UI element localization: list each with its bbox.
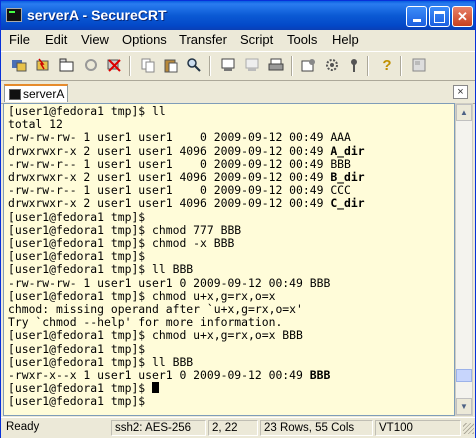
toolbar-separator xyxy=(129,56,131,76)
scroll-down-arrow-icon: ▼ xyxy=(460,402,468,411)
status-terminal-size: 23 Rows, 55 Cols xyxy=(260,420,373,436)
terminal-output[interactable]: [user1@fedora1 tmp]$ ll total 12 -rw-rw-rw… xyxy=(3,103,455,416)
global-options-icon[interactable] xyxy=(323,56,341,74)
status-cursor-position: 2, 22 xyxy=(208,420,258,436)
menu-bar: File Edit View Options Transfer Script T… xyxy=(1,30,475,50)
terminal-line-text: [user1@fedora1 tmp]$ chmod u+x,g=rx,o=x xyxy=(8,288,276,303)
toolbar-separator xyxy=(367,56,369,76)
maximize-icon xyxy=(434,10,445,23)
terminal-line-text: Try `chmod --help' for more information. xyxy=(8,315,283,330)
terminal-line-highlight: A_dir xyxy=(330,143,365,158)
minimize-button[interactable] xyxy=(406,6,427,27)
toolbar-separator xyxy=(209,56,211,76)
session-tab-label: serverA xyxy=(23,87,65,101)
scroll-up-arrow-icon: ▲ xyxy=(460,108,468,117)
terminal-line-text: [user1@fedora1 tmp]$ chmod 777 BBB xyxy=(8,222,242,237)
session-tab-strip: serverA xyxy=(1,82,475,104)
terminal-line-text: drwxrwxr-x 2 user1 user1 4096 2009-09-12… xyxy=(8,143,331,158)
status-cipher: ssh2: AES-256 xyxy=(111,420,206,436)
sftp-icon[interactable] xyxy=(410,56,428,74)
menu-tools[interactable]: Tools xyxy=(287,32,317,47)
quick-connect-icon[interactable] xyxy=(34,56,52,74)
connect-in-tab-icon[interactable] xyxy=(58,56,76,74)
help-icon[interactable]: ? xyxy=(378,56,396,74)
terminal-line-text: -rw-rw-rw- 1 user1 user1 0 2009-09-12 00… xyxy=(8,275,331,290)
print-screen-icon[interactable] xyxy=(219,56,237,74)
menu-file[interactable]: File xyxy=(9,32,30,47)
resize-grip[interactable] xyxy=(463,423,474,434)
reconnect-icon[interactable] xyxy=(82,56,100,74)
session-options-icon[interactable] xyxy=(300,56,318,74)
status-bar: Ready ssh2: AES-256 2, 22 23 Rows, 55 Co… xyxy=(1,417,475,438)
toolbar-separator xyxy=(400,56,402,76)
menu-options[interactable]: Options xyxy=(122,32,167,47)
close-icon: ✕ xyxy=(457,8,468,24)
print-selection-icon[interactable] xyxy=(243,56,261,74)
copy-icon[interactable] xyxy=(139,56,157,74)
maximize-button[interactable] xyxy=(429,6,450,27)
menu-script[interactable]: Script xyxy=(240,32,273,47)
terminal-line-highlight: C_dir xyxy=(330,196,365,211)
menu-edit[interactable]: Edit xyxy=(45,32,67,47)
terminal-line-text: [user1@fedora1 tmp]$ xyxy=(8,341,146,356)
terminal-line-text: total 12 xyxy=(8,117,63,132)
terminal-line-text: [user1@fedora1 tmp]$ ll xyxy=(8,104,166,118)
terminal-line-text: [user1@fedora1 tmp]$ xyxy=(8,381,146,396)
window-title: serverA - SecureCRT xyxy=(27,7,167,23)
keymap-icon[interactable] xyxy=(345,56,363,74)
terminal-line-text: [user1@fedora1 tmp]$ xyxy=(8,394,146,409)
scroll-down-button[interactable]: ▼ xyxy=(456,398,472,415)
terminal-line-text: [user1@fedora1 tmp]$ ll BBB xyxy=(8,262,194,277)
securecrt-window: serverA - SecureCRT ✕ File Edit View Opt… xyxy=(0,0,476,438)
terminal-line: [user1@fedora1 tmp]$ xyxy=(8,395,145,409)
terminal-line-text: [user1@fedora1 tmp]$ chmod -x BBB xyxy=(8,236,235,250)
terminal-line-text: [user1@fedora1 tmp]$ ll BBB xyxy=(8,354,194,369)
title-bar[interactable]: serverA - SecureCRT ✕ xyxy=(1,1,475,30)
disconnect-icon[interactable] xyxy=(105,56,123,74)
terminal-line-text: -rw-rw-r-- 1 user1 user1 0 2009-09-12 00… xyxy=(8,156,351,171)
session-tab[interactable]: serverA xyxy=(4,84,68,102)
vertical-scrollbar[interactable]: ▲ ▼ xyxy=(455,103,473,416)
terminal-line-text: -rwxr-x--x 1 user1 user1 0 2009-09-12 00… xyxy=(8,368,310,382)
menu-view[interactable]: View xyxy=(81,32,109,47)
terminal-cursor xyxy=(152,382,160,394)
find-icon[interactable] xyxy=(185,56,203,74)
terminal-line-highlight: BBB xyxy=(309,368,331,382)
terminal-line-text: [user1@fedora1 tmp]$ chmod u+x,g=rx,o=x … xyxy=(8,328,303,343)
terminal-line-text: -rw-rw-rw- 1 user1 user1 0 2009-09-12 00… xyxy=(8,130,351,145)
terminal-line-text: drwxrwxr-x 2 user1 user1 4096 2009-09-12… xyxy=(8,196,331,211)
terminal-line-text: drwxrwxr-x 2 user1 user1 4096 2009-09-12… xyxy=(8,170,331,184)
terminal-icon xyxy=(9,89,21,100)
securecrt-app-icon[interactable] xyxy=(6,8,22,22)
toolbar: ? xyxy=(1,51,475,81)
close-button[interactable]: ✕ xyxy=(452,6,473,27)
minimize-icon xyxy=(412,19,421,22)
connect-icon[interactable] xyxy=(10,56,28,74)
status-terminal-type: VT100 xyxy=(375,420,461,436)
terminal-line-text: chmod: missing operand after `u+x,g=rx,o… xyxy=(8,302,303,316)
menu-transfer[interactable]: Transfer xyxy=(179,32,227,47)
scrollbar-thumb[interactable] xyxy=(456,369,472,382)
close-tab-button[interactable]: × xyxy=(453,85,468,99)
terminal-line-text: [user1@fedora1 tmp]$ xyxy=(8,249,146,264)
terminal-line-text: [user1@fedora1 tmp]$ xyxy=(8,209,146,224)
terminal-line-highlight: B_dir xyxy=(330,170,365,184)
status-ready: Ready xyxy=(6,421,40,433)
menu-help[interactable]: Help xyxy=(332,32,359,47)
toolbar-separator xyxy=(291,56,293,76)
terminal-line-text: -rw-rw-r-- 1 user1 user1 0 2009-09-12 00… xyxy=(8,183,351,198)
scroll-up-button[interactable]: ▲ xyxy=(456,104,472,121)
paste-icon[interactable] xyxy=(162,56,180,74)
print-icon[interactable] xyxy=(267,56,285,74)
